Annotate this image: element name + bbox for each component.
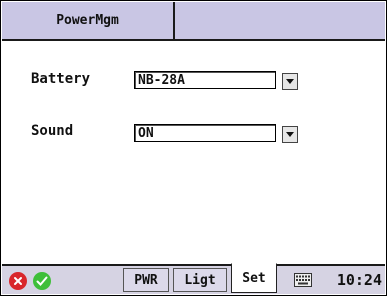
title-bar: PowerMgm — [2, 2, 385, 41]
clock: 10:24 — [336, 271, 382, 289]
chevron-down-icon — [286, 131, 294, 137]
sound-label: Sound — [31, 123, 74, 139]
sound-select-value[interactable]: ON — [134, 124, 276, 142]
close-icon — [14, 277, 22, 285]
title-tab-powermgm[interactable]: PowerMgm — [2, 2, 175, 39]
sound-dropdown-button[interactable] — [282, 126, 298, 143]
keyboard-icon[interactable] — [294, 273, 312, 287]
window: PowerMgm Battery NB-28A Sound ON PWR Lig… — [0, 0, 387, 296]
battery-dropdown-button[interactable] — [282, 73, 298, 90]
ok-icon — [36, 276, 48, 286]
close-button[interactable] — [9, 272, 27, 290]
battery-select-value[interactable]: NB-28A — [134, 71, 276, 89]
tab-set[interactable]: Set — [231, 263, 277, 293]
tab-pwr[interactable]: PWR — [123, 268, 169, 292]
battery-label: Battery — [31, 71, 91, 87]
ok-button[interactable] — [33, 272, 51, 290]
taskbar: PWR Ligt Set 10:24 — [2, 263, 385, 294]
chevron-down-icon — [286, 78, 294, 84]
tab-ligt[interactable]: Ligt — [173, 268, 227, 292]
